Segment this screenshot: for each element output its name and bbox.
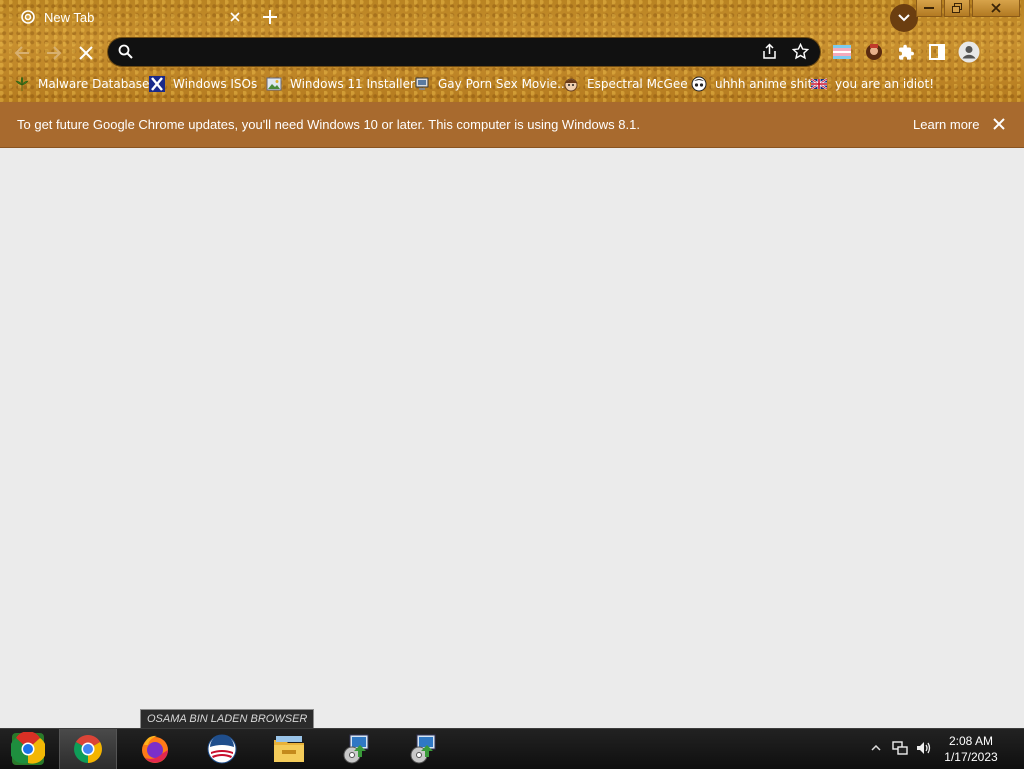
back-button[interactable] [9, 40, 35, 66]
show-hidden-icons-button[interactable] [867, 739, 885, 757]
extensions-puzzle-icon[interactable] [895, 41, 917, 63]
page-content-area [0, 148, 1024, 728]
chevron-up-icon [871, 745, 881, 751]
close-tab-icon[interactable] [226, 8, 244, 26]
close-icon [79, 46, 93, 60]
taskbar-tooltip: OSAMA BIN LADEN BROWSER [140, 709, 315, 730]
side-panel-icon[interactable] [926, 41, 948, 63]
network-icon[interactable] [891, 739, 909, 757]
share-icon[interactable] [761, 43, 778, 65]
computer-icon [414, 76, 430, 92]
taskbar-installer-2[interactable] [395, 729, 451, 769]
chevron-down-icon [898, 14, 910, 22]
anime-face-icon [691, 76, 707, 92]
bookmark-windows-isos[interactable]: Windows ISOs [149, 72, 257, 96]
loading-spinner-icon [20, 9, 36, 25]
obama-logo-browser-icon [207, 734, 237, 764]
bookmark-uhhh-anime-shit[interactable]: uhhh anime shit [691, 72, 812, 96]
volume-icon[interactable] [915, 739, 933, 757]
image-icon [266, 76, 282, 92]
bookmark-windows-11-installer[interactable]: Windows 11 Installer [266, 72, 415, 96]
taskbar-file-explorer[interactable] [261, 729, 317, 769]
taskbar-installer-1[interactable] [328, 729, 384, 769]
bookmark-espectral-mcgee[interactable]: Espectral McGee [563, 72, 688, 96]
clock-date: 1/17/2023 [944, 750, 998, 764]
forward-button[interactable] [41, 40, 67, 66]
chrome-icon [74, 735, 102, 763]
bookmarks-bar: Malware Database Windows ISOs Windows 11… [0, 72, 1024, 96]
bookmark-gay-porn-sex-movie[interactable]: Gay Porn Sex Movie... [414, 72, 569, 96]
start-orb-icon [11, 732, 45, 765]
close-icon [991, 3, 1001, 13]
profile-avatar-icon[interactable] [958, 41, 980, 63]
minimize-icon [924, 7, 934, 9]
new-tab-button[interactable] [258, 5, 282, 29]
bookmark-malware-database[interactable]: Malware Database [14, 72, 149, 96]
stop-loading-button[interactable] [73, 40, 99, 66]
arrow-left-icon [14, 46, 29, 60]
tab-title: New Tab [44, 9, 95, 25]
search-icon [118, 44, 133, 64]
arrow-right-icon [47, 46, 62, 60]
x-logo-icon [149, 76, 165, 92]
learn-more-link[interactable]: Learn more [913, 117, 979, 132]
firefox-icon [142, 735, 168, 763]
clock-time: 2:08 AM [948, 734, 994, 748]
close-window-button[interactable] [972, 0, 1020, 17]
tab-new-tab[interactable]: New Tab [8, 2, 248, 32]
taskbar-firefox[interactable] [127, 729, 183, 769]
taskbar-chrome[interactable] [59, 729, 117, 769]
bookmark-you-are-an-idiot[interactable]: you are an idiot! [811, 72, 934, 96]
close-infobar-icon[interactable] [992, 117, 1006, 136]
infobar-message: To get future Google Chrome updates, you… [17, 117, 640, 132]
extension-avatar-icon[interactable] [863, 41, 885, 63]
flag-icon [811, 76, 827, 92]
extension-flag-icon[interactable] [831, 41, 853, 63]
browser-toolbar-area: New Tab Malware Database Windows ISOs Wi… [0, 0, 1024, 102]
minimize-button[interactable] [916, 0, 942, 17]
restore-button[interactable] [944, 0, 970, 17]
bookmark-star-icon[interactable] [791, 42, 810, 65]
file-explorer-icon [274, 736, 304, 762]
taskbar-clock[interactable]: 2:08 AM 1/17/2023 [936, 733, 1006, 765]
taskbar: 2:08 AM 1/17/2023 [0, 728, 1024, 769]
update-infobar: To get future Google Chrome updates, you… [0, 102, 1024, 148]
start-button[interactable] [0, 729, 56, 769]
taskbar-obama-browser[interactable] [194, 729, 250, 769]
address-bar[interactable] [108, 38, 820, 66]
face-icon [563, 76, 579, 92]
tab-search-button[interactable] [890, 4, 918, 32]
omnibox-input[interactable] [140, 42, 744, 64]
installer-icon [410, 734, 436, 764]
restore-icon [952, 3, 962, 13]
window-controls [916, 0, 1020, 17]
installer-icon [343, 734, 369, 764]
cannabis-leaf-icon [14, 76, 30, 92]
